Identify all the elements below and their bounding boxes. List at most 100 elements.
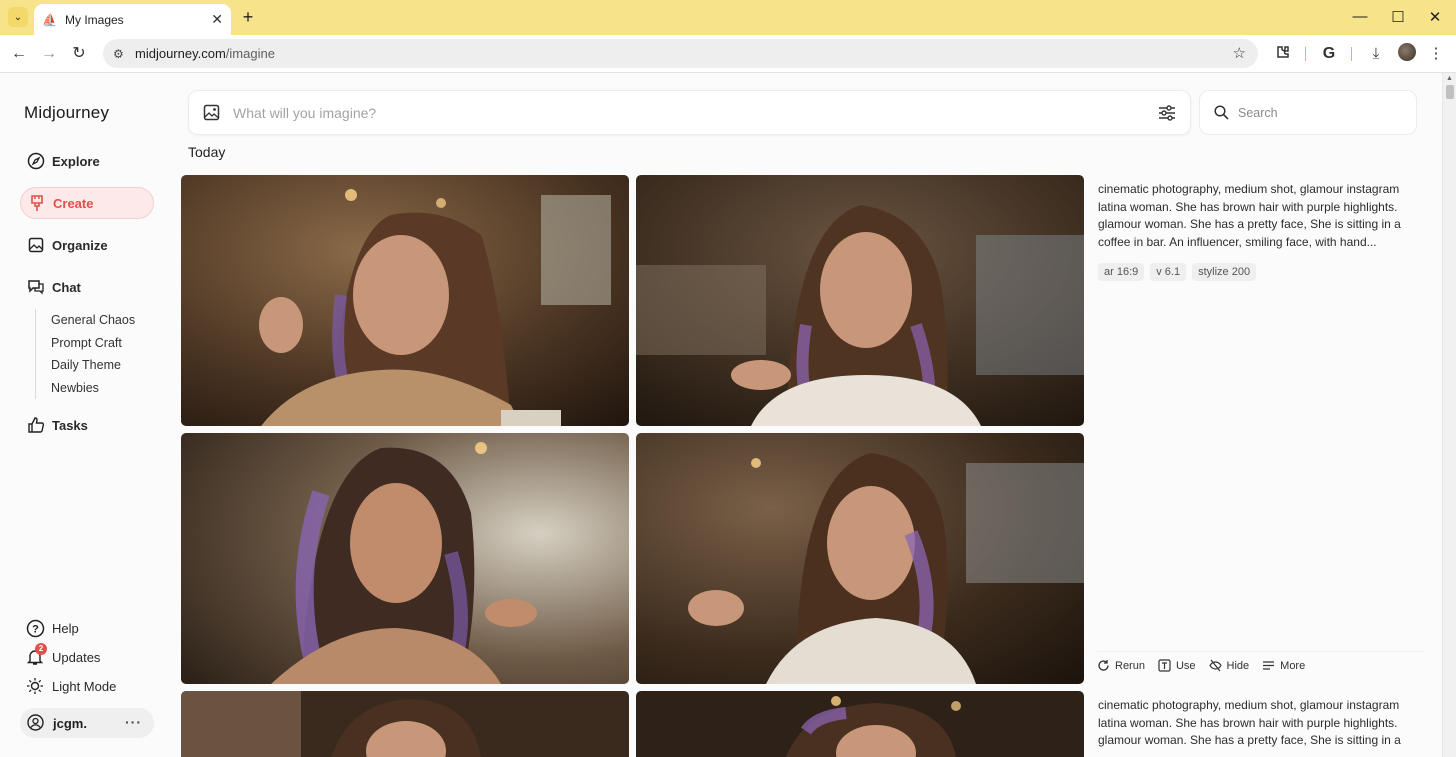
url-host: midjourney.com bbox=[135, 46, 226, 61]
new-tab-button[interactable]: + bbox=[237, 6, 259, 28]
scrollbar-thumb[interactable] bbox=[1446, 85, 1454, 99]
url-path: /imagine bbox=[225, 46, 275, 61]
sidebar-item-tasks[interactable]: Tasks bbox=[20, 409, 154, 441]
eye-off-icon bbox=[1208, 659, 1222, 672]
rerun-button[interactable]: Rerun bbox=[1097, 659, 1145, 672]
page-scrollbar[interactable]: ▲ bbox=[1442, 73, 1456, 757]
midjourney-favicon-icon: ⛵ bbox=[42, 12, 57, 27]
more-options-icon[interactable]: ··· bbox=[125, 714, 142, 730]
search-icon bbox=[1214, 104, 1230, 121]
browser-tab[interactable]: ⛵ My Images ✕ bbox=[34, 4, 231, 35]
sidebar: Midjourney Explore Create Organize Chat … bbox=[0, 73, 170, 757]
help-link[interactable]: ? Help bbox=[25, 618, 79, 638]
generated-image-5[interactable] bbox=[181, 691, 629, 757]
brush-icon bbox=[27, 193, 47, 213]
site-settings-icon[interactable]: ⚙ bbox=[113, 47, 127, 61]
sidebar-item-organize[interactable]: Organize bbox=[20, 229, 154, 261]
generated-image-6[interactable] bbox=[636, 691, 1084, 757]
sidebar-item-label: Organize bbox=[52, 237, 108, 253]
forward-arrow-icon[interactable]: → bbox=[39, 44, 59, 64]
prompt-text[interactable]: cinematic photography, medium shot, glam… bbox=[1098, 697, 1423, 757]
rerun-label: Rerun bbox=[1115, 659, 1145, 672]
channel-prompt-craft[interactable]: Prompt Craft bbox=[51, 332, 135, 355]
profile-avatar[interactable] bbox=[1398, 43, 1416, 61]
imagine-prompt-bar bbox=[188, 90, 1191, 135]
updates-badge: 2 bbox=[35, 643, 47, 655]
updates-label: Updates bbox=[52, 649, 101, 665]
window-close-icon[interactable]: ✕ bbox=[1425, 8, 1445, 26]
sidebar-item-create[interactable]: Create bbox=[20, 187, 154, 219]
channel-general-chaos[interactable]: General Chaos bbox=[51, 309, 135, 332]
help-label: Help bbox=[52, 620, 79, 636]
menu-kebab-icon[interactable]: ⋮ bbox=[1426, 44, 1446, 64]
user-account-button[interactable]: jcgm. ··· bbox=[20, 708, 154, 738]
search-bar bbox=[1199, 90, 1417, 135]
group-divider bbox=[1097, 651, 1425, 652]
chat-icon bbox=[26, 277, 46, 297]
address-bar[interactable]: ⚙ midjourney.com/imagine ☆ bbox=[103, 39, 1258, 68]
imagine-input[interactable] bbox=[233, 104, 1113, 121]
maximize-icon[interactable]: ☐ bbox=[1388, 8, 1408, 26]
tab-search-button[interactable]: ⌄ bbox=[8, 7, 28, 27]
sidebar-item-label: Explore bbox=[52, 153, 100, 169]
image-icon bbox=[26, 235, 46, 255]
channel-daily-theme[interactable]: Daily Theme bbox=[51, 354, 135, 377]
svg-text:?: ? bbox=[32, 623, 39, 635]
image-actions: Rerun Use Hide More bbox=[1097, 659, 1318, 672]
sidebar-item-label: Chat bbox=[52, 279, 81, 295]
thumbs-up-icon bbox=[26, 415, 46, 435]
channel-newbies[interactable]: Newbies bbox=[51, 377, 135, 400]
more-label: More bbox=[1280, 659, 1306, 672]
help-circle-icon: ? bbox=[25, 618, 45, 638]
section-date-label: Today bbox=[188, 144, 226, 160]
sun-icon bbox=[25, 676, 45, 696]
chat-channel-list: General Chaos Prompt Craft Daily Theme N… bbox=[35, 309, 135, 399]
back-arrow-icon[interactable]: ← bbox=[9, 44, 29, 64]
light-mode-toggle[interactable]: Light Mode bbox=[25, 676, 116, 696]
minimize-icon[interactable]: — bbox=[1350, 8, 1370, 25]
scroll-up-icon[interactable]: ▲ bbox=[1446, 75, 1453, 82]
settings-sliders-icon[interactable] bbox=[1157, 103, 1177, 123]
google-icon[interactable]: G bbox=[1319, 44, 1339, 64]
more-button[interactable]: More bbox=[1262, 659, 1305, 672]
hide-button[interactable]: Hide bbox=[1208, 659, 1250, 672]
generated-image-1[interactable] bbox=[181, 175, 629, 426]
toolbar-divider bbox=[1305, 47, 1306, 61]
bookmark-star-icon[interactable]: ☆ bbox=[1233, 44, 1246, 62]
rerun-icon bbox=[1098, 660, 1109, 671]
lines-icon bbox=[1263, 661, 1275, 670]
browser-toolbar: ← → ↻ ⚙ midjourney.com/imagine ☆ G ⤓ ⋮ bbox=[0, 35, 1456, 73]
tab-title: My Images bbox=[65, 12, 124, 27]
brand-logo[interactable]: Midjourney bbox=[24, 103, 109, 123]
light-mode-label: Light Mode bbox=[52, 678, 117, 694]
use-label: Use bbox=[1175, 659, 1196, 672]
compass-icon bbox=[26, 151, 46, 171]
browser-tabstrip: ⌄ ⛵ My Images ✕ + — ☐ ✕ bbox=[0, 0, 1456, 35]
toolbar-divider bbox=[1351, 47, 1352, 61]
sidebar-item-label: Tasks bbox=[52, 417, 88, 433]
updates-link[interactable]: 2 Updates bbox=[25, 643, 101, 667]
extensions-icon[interactable] bbox=[1273, 44, 1293, 64]
generated-image-3[interactable] bbox=[181, 433, 629, 684]
param-version[interactable]: v 6.1 bbox=[1150, 263, 1187, 281]
search-input[interactable] bbox=[1238, 105, 1408, 120]
reload-icon[interactable]: ↻ bbox=[69, 44, 89, 64]
use-button[interactable]: Use bbox=[1158, 659, 1196, 672]
prompt-text[interactable]: cinematic photography, medium shot, glam… bbox=[1098, 181, 1423, 251]
close-tab-icon[interactable]: ✕ bbox=[211, 11, 223, 28]
image-prompt-icon[interactable] bbox=[203, 104, 221, 122]
sidebar-item-chat[interactable]: Chat bbox=[20, 271, 154, 303]
text-box-icon bbox=[1158, 659, 1171, 672]
param-aspect-ratio[interactable]: ar 16:9 bbox=[1098, 263, 1145, 281]
download-icon[interactable]: ⤓ bbox=[1366, 44, 1386, 64]
sidebar-item-explore[interactable]: Explore bbox=[20, 145, 154, 177]
prompt-parameters: ar 16:9 v 6.1 stylize 200 bbox=[1098, 263, 1257, 281]
generated-image-2[interactable] bbox=[636, 175, 1084, 426]
sidebar-item-label: Create bbox=[53, 195, 94, 211]
user-avatar-icon bbox=[27, 714, 45, 732]
chevron-down-icon: ⌄ bbox=[13, 11, 23, 23]
generated-image-4[interactable] bbox=[636, 433, 1084, 684]
bell-icon: 2 bbox=[25, 643, 47, 667]
hide-label: Hide bbox=[1226, 659, 1250, 672]
param-stylize[interactable]: stylize 200 bbox=[1192, 263, 1257, 281]
